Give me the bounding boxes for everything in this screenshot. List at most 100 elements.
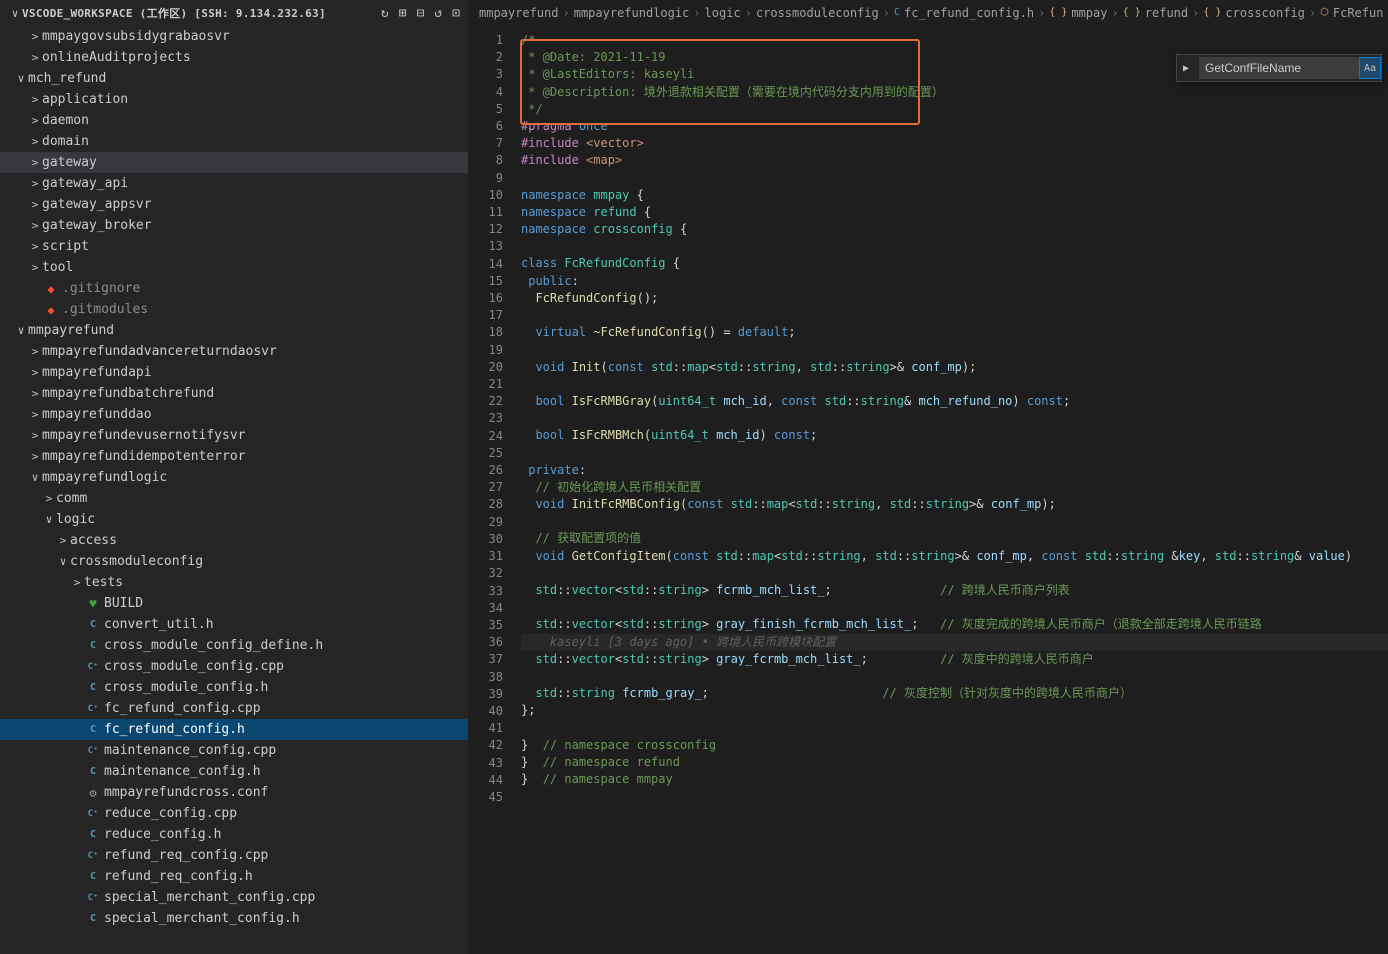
code-line[interactable]: bool IsFcRMBMch(uint64_t mch_id) const;: [521, 427, 1388, 444]
chevron-icon[interactable]: ∨: [42, 513, 56, 526]
chevron-icon[interactable]: ∨: [14, 72, 28, 85]
breadcrumb-item[interactable]: { }mmpay: [1049, 6, 1107, 20]
code-line[interactable]: } // namespace refund: [521, 754, 1388, 771]
folder-item[interactable]: >onlineAuditprojects: [0, 47, 468, 68]
folder-item[interactable]: >script: [0, 236, 468, 257]
file-item[interactable]: Cconvert_util.h: [0, 614, 468, 635]
code-line[interactable]: [521, 788, 1388, 805]
chevron-icon[interactable]: >: [28, 135, 42, 148]
folder-item[interactable]: >mmpayrefundevusernotifysvr: [0, 425, 468, 446]
folder-item[interactable]: ∨mmpayrefundlogic: [0, 467, 468, 488]
chevron-icon[interactable]: >: [56, 534, 70, 547]
chevron-icon[interactable]: ∨: [14, 324, 28, 337]
search-input[interactable]: [1199, 57, 1359, 79]
chevron-icon[interactable]: >: [28, 450, 42, 463]
folder-item[interactable]: >gateway: [0, 152, 468, 173]
code-line[interactable]: namespace refund {: [521, 204, 1388, 221]
chevron-right-icon[interactable]: ▶: [1177, 63, 1195, 74]
chevron-icon[interactable]: >: [28, 114, 42, 127]
chevron-icon[interactable]: >: [28, 240, 42, 253]
chevron-icon[interactable]: >: [28, 93, 42, 106]
code-editor[interactable]: /* * @Date: 2021-11-19 * @LastEditors: k…: [521, 26, 1388, 954]
new-file-icon[interactable]: ⊞: [399, 6, 407, 21]
chevron-icon[interactable]: >: [28, 345, 42, 358]
find-widget[interactable]: ▶ Aa: [1176, 54, 1382, 82]
file-item[interactable]: Cmaintenance_config.h: [0, 761, 468, 782]
folder-item[interactable]: >tests: [0, 572, 468, 593]
folder-item[interactable]: >application: [0, 89, 468, 110]
code-line[interactable]: // 初始化跨境人民币相关配置: [521, 479, 1388, 496]
folder-item[interactable]: >gateway_broker: [0, 215, 468, 236]
chevron-icon[interactable]: ∨: [28, 471, 42, 484]
refresh-icon[interactable]: ↻: [381, 6, 389, 21]
file-item[interactable]: C⁺refund_req_config.cpp: [0, 845, 468, 866]
breadcrumb-item[interactable]: { }crossconfig: [1203, 6, 1305, 20]
chevron-icon[interactable]: >: [28, 51, 42, 64]
code-line[interactable]: [521, 565, 1388, 582]
code-line[interactable]: // 获取配置项的值: [521, 530, 1388, 547]
file-tree[interactable]: >mmpaygovsubsidygrabaosvr>onlineAuditpro…: [0, 26, 468, 954]
code-line[interactable]: public:: [521, 273, 1388, 290]
breadcrumb-item[interactable]: Cfc_refund_config.h: [894, 6, 1034, 20]
match-case-button[interactable]: Aa: [1359, 57, 1381, 79]
code-line[interactable]: namespace mmpay {: [521, 187, 1388, 204]
chevron-icon[interactable]: >: [28, 408, 42, 421]
chevron-icon[interactable]: >: [28, 387, 42, 400]
code-line[interactable]: #include <map>: [521, 152, 1388, 169]
code-line[interactable]: [521, 307, 1388, 324]
file-item[interactable]: Cfc_refund_config.h: [0, 719, 468, 740]
chevron-icon[interactable]: >: [28, 156, 42, 169]
chevron-icon[interactable]: >: [28, 198, 42, 211]
code-line[interactable]: void GetConfigItem(const std::map<std::s…: [521, 548, 1388, 565]
folder-item[interactable]: >mmpayrefunddao: [0, 404, 468, 425]
code-line[interactable]: [521, 513, 1388, 530]
code-line[interactable]: FcRefundConfig();: [521, 290, 1388, 307]
breadcrumb-item[interactable]: crossmoduleconfig: [756, 6, 879, 20]
file-item[interactable]: C⁺maintenance_config.cpp: [0, 740, 468, 761]
code-line[interactable]: namespace crossconfig {: [521, 221, 1388, 238]
folder-item[interactable]: >tool: [0, 257, 468, 278]
chevron-icon[interactable]: >: [28, 219, 42, 232]
chevron-icon[interactable]: >: [28, 429, 42, 442]
code-line[interactable]: [521, 238, 1388, 255]
code-line[interactable]: #include <vector>: [521, 135, 1388, 152]
code-line[interactable]: void InitFcRMBConfig(const std::map<std:…: [521, 496, 1388, 513]
code-line[interactable]: */: [521, 101, 1388, 118]
chevron-icon[interactable]: >: [28, 261, 42, 274]
folder-item[interactable]: >domain: [0, 131, 468, 152]
code-line[interactable]: * @Description: 境外退款相关配置（需要在境内代码分支内用到的配置…: [521, 84, 1388, 101]
file-item[interactable]: Crefund_req_config.h: [0, 866, 468, 887]
code-line[interactable]: [521, 170, 1388, 187]
file-item[interactable]: ⚙mmpayrefundcross.conf: [0, 782, 468, 803]
chevron-down-icon[interactable]: ∨: [8, 7, 22, 20]
code-line[interactable]: std::vector<std::string> gray_fcrmb_mch_…: [521, 651, 1388, 668]
folder-item[interactable]: ∨mmpayrefund: [0, 320, 468, 341]
breadcrumb[interactable]: mmpayrefund›mmpayrefundlogic›logic›cross…: [469, 0, 1388, 26]
code-line[interactable]: };: [521, 702, 1388, 719]
code-line[interactable]: std::string fcrmb_gray_; // 灰度控制（针对灰度中的跨…: [521, 685, 1388, 702]
chevron-icon[interactable]: >: [28, 177, 42, 190]
code-line[interactable]: void Init(const std::map<std::string, st…: [521, 359, 1388, 376]
folder-item[interactable]: ∨logic: [0, 509, 468, 530]
code-line[interactable]: [521, 720, 1388, 737]
chevron-icon[interactable]: >: [28, 366, 42, 379]
code-line[interactable]: [521, 599, 1388, 616]
file-item[interactable]: ◆.gitignore: [0, 278, 468, 299]
breadcrumb-item[interactable]: mmpayrefund: [479, 6, 558, 20]
code-line[interactable]: [521, 376, 1388, 393]
collapse-all-icon[interactable]: ⊡: [452, 6, 460, 21]
chevron-icon[interactable]: >: [70, 576, 84, 589]
folder-item[interactable]: >gateway_api: [0, 173, 468, 194]
code-line[interactable]: kaseyli [3 days ago] • 跨境人民币跨模块配置: [521, 634, 1388, 651]
folder-item[interactable]: >mmpayrefundidempotenterror: [0, 446, 468, 467]
chevron-icon[interactable]: >: [28, 30, 42, 43]
code-line[interactable]: } // namespace crossconfig: [521, 737, 1388, 754]
folder-item[interactable]: >comm: [0, 488, 468, 509]
code-line[interactable]: bool IsFcRMBGray(uint64_t mch_id, const …: [521, 393, 1388, 410]
file-item[interactable]: ◆.gitmodules: [0, 299, 468, 320]
folder-item[interactable]: ∨crossmoduleconfig: [0, 551, 468, 572]
file-item[interactable]: Cspecial_merchant_config.h: [0, 908, 468, 929]
file-item[interactable]: C⁺fc_refund_config.cpp: [0, 698, 468, 719]
code-line[interactable]: std::vector<std::string> gray_finish_fcr…: [521, 616, 1388, 633]
code-line[interactable]: private:: [521, 462, 1388, 479]
